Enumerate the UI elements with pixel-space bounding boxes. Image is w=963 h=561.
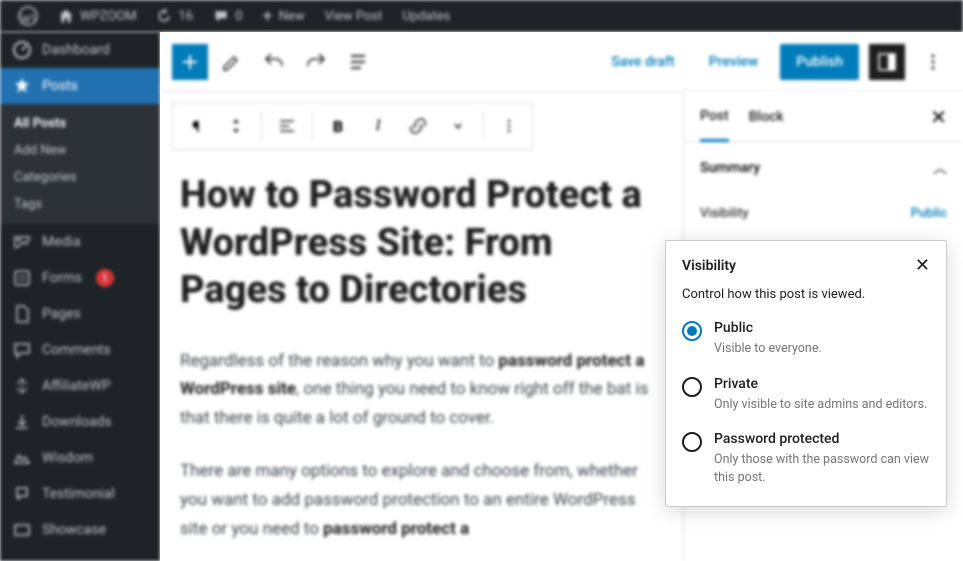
sidebar-affiliatewp[interactable]: AffiliateWP: [0, 368, 160, 404]
sidebar-dashboard[interactable]: Dashboard: [0, 32, 160, 68]
sidebar-comments[interactable]: Comments: [0, 332, 160, 368]
redo-button[interactable]: [298, 44, 334, 80]
forms-badge: 1: [96, 269, 114, 287]
new-link[interactable]: +New: [252, 0, 314, 32]
posts-submenu: All Posts Add New Categories Tags: [0, 104, 160, 224]
visibility-option-private[interactable]: Private Only visible to site admins and …: [682, 376, 930, 414]
panel-close-button[interactable]: ✕: [930, 105, 947, 129]
visibility-close-button[interactable]: ✕: [915, 257, 930, 275]
updates-link[interactable]: Updates: [392, 0, 460, 32]
chevron-up-icon: ︿: [933, 158, 947, 178]
submenu-categories[interactable]: Categories: [0, 164, 160, 191]
link-button[interactable]: [399, 107, 437, 145]
admin-bar: WPZOOM 16 0 +New View Post Updates: [0, 0, 963, 32]
italic-button[interactable]: I: [359, 107, 397, 145]
submenu-all-posts[interactable]: All Posts: [0, 110, 160, 137]
revisions-link[interactable]: 16: [146, 0, 203, 32]
add-block-button[interactable]: [172, 44, 208, 80]
publish-button[interactable]: Publish: [780, 44, 859, 80]
radio-password[interactable]: [682, 432, 702, 452]
tab-post[interactable]: Post: [700, 93, 729, 142]
visibility-popover-title: Visibility: [682, 258, 736, 274]
comments-link[interactable]: 0: [203, 0, 252, 32]
sidebar-testimonial[interactable]: Testimonial: [0, 476, 160, 512]
sidebar-downloads[interactable]: Downloads: [0, 404, 160, 440]
view-post-link[interactable]: View Post: [315, 0, 393, 32]
tab-block[interactable]: Block: [749, 92, 784, 141]
preview-button[interactable]: Preview: [697, 46, 771, 78]
block-toolbar: ¶ B I: [172, 102, 533, 150]
radio-private[interactable]: [682, 377, 702, 397]
visibility-row[interactable]: Visibility Public: [684, 194, 963, 233]
wp-logo[interactable]: [8, 0, 48, 32]
paragraph-block-icon[interactable]: ¶: [177, 107, 215, 145]
sidebar-media[interactable]: Media: [0, 224, 160, 260]
paragraph-1[interactable]: Regardless of the reason why you want to…: [180, 347, 663, 434]
visibility-option-password[interactable]: Password protected Only those with the p…: [682, 431, 930, 486]
radio-public[interactable]: [682, 321, 702, 341]
site-link[interactable]: WPZOOM: [48, 0, 146, 32]
document-overview-button[interactable]: [340, 44, 376, 80]
visibility-popover: Visibility ✕ Control how this post is vi…: [665, 240, 947, 507]
submenu-tags[interactable]: Tags: [0, 191, 160, 218]
more-formatting-button[interactable]: [439, 107, 477, 145]
visibility-description: Control how this post is viewed.: [682, 287, 930, 302]
site-name: WPZOOM: [80, 9, 136, 24]
visibility-option-public[interactable]: Public Visible to everyone.: [682, 320, 930, 358]
paragraph-2[interactable]: There are many options to explore and ch…: [180, 457, 663, 544]
submenu-add-new[interactable]: Add New: [0, 137, 160, 164]
undo-button[interactable]: [256, 44, 292, 80]
visibility-value-link[interactable]: Public: [911, 206, 947, 221]
summary-section-toggle[interactable]: Summary ︿: [684, 142, 963, 194]
sidebar-forms[interactable]: Forms1: [0, 260, 160, 296]
sidebar-pages[interactable]: Pages: [0, 296, 160, 332]
sidebar-showcase[interactable]: Showcase: [0, 512, 160, 548]
sidebar-wisdom[interactable]: Wisdom: [0, 440, 160, 476]
bold-button[interactable]: B: [319, 107, 357, 145]
editor-header: Save draft Preview Publish: [160, 32, 963, 92]
block-more-button[interactable]: [490, 107, 528, 145]
save-draft-button[interactable]: Save draft: [599, 46, 687, 78]
admin-sidebar: Dashboard Posts All Posts Add New Catego…: [0, 32, 160, 561]
edit-mode-button[interactable]: [214, 44, 250, 80]
more-options-button[interactable]: [915, 44, 951, 80]
sidebar-posts[interactable]: Posts: [0, 68, 160, 104]
align-button[interactable]: [268, 107, 306, 145]
move-updown-button[interactable]: [217, 107, 255, 145]
post-title[interactable]: How to Password Protect a WordPress Site…: [180, 172, 663, 315]
settings-toggle-button[interactable]: [869, 44, 905, 80]
post-content[interactable]: How to Password Protect a WordPress Site…: [180, 162, 663, 561]
